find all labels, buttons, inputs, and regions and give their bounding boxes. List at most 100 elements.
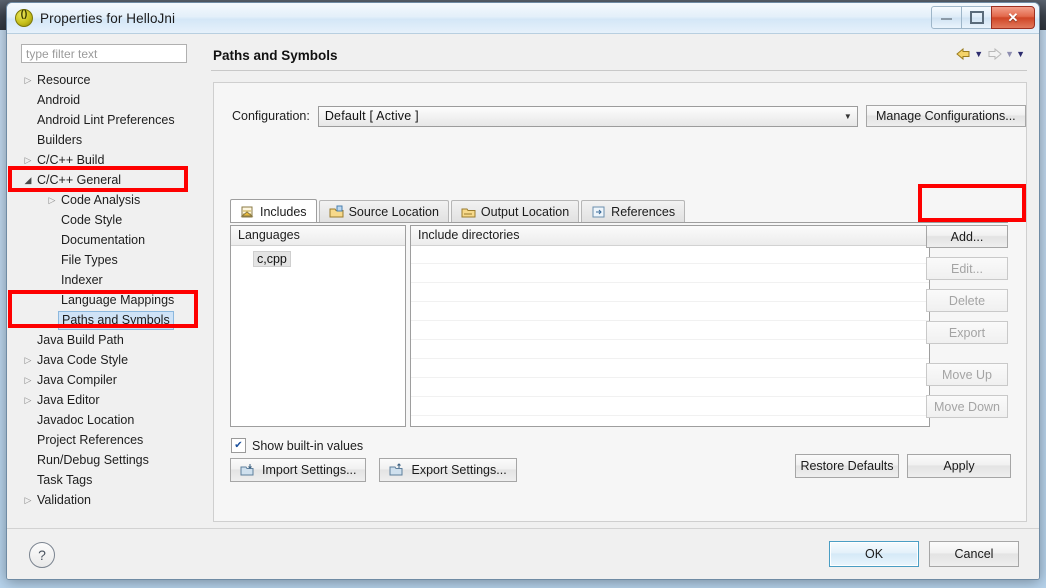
configuration-label: Configuration:	[232, 109, 310, 123]
tree-item-label: Language Mappings	[61, 293, 175, 307]
tree-item-language-mappings[interactable]: Language Mappings	[21, 290, 201, 310]
tab-output-location[interactable]: Output Location	[450, 200, 580, 223]
cancel-button[interactable]: Cancel	[929, 541, 1019, 567]
tree-item-android[interactable]: Android	[21, 90, 201, 110]
tree-item-cc-general[interactable]: ◢ C/C++ General	[21, 170, 201, 190]
back-arrow-icon[interactable]	[954, 46, 972, 62]
expand-arrow-icon[interactable]: ▷	[21, 370, 35, 390]
expand-arrow-icon[interactable]: ▷	[21, 150, 35, 170]
tree-item-task-tags[interactable]: Task Tags	[21, 470, 201, 490]
title-separator	[211, 70, 1027, 71]
include-directories-panel[interactable]: Include directories	[410, 225, 930, 427]
tree-item-code-style[interactable]: Code Style	[21, 210, 201, 230]
import-settings-button[interactable]: Import Settings...	[230, 458, 367, 482]
tab-references[interactable]: References	[581, 200, 686, 223]
import-settings-icon	[240, 463, 256, 477]
tree-item-builders[interactable]: Builders	[21, 130, 201, 150]
apply-button[interactable]: Apply	[907, 454, 1011, 478]
tree-item-label: Project References	[37, 433, 144, 447]
ok-button[interactable]: OK	[829, 541, 919, 567]
tree-item-label: C/C++ Build	[37, 153, 105, 167]
export-settings-icon	[389, 463, 405, 477]
tree-item-label: Validation	[37, 493, 91, 507]
page-title: Paths and Symbols	[213, 48, 338, 63]
tree-item-label: Run/Debug Settings	[37, 453, 149, 467]
tree-item-documentation[interactable]: Documentation	[21, 230, 201, 250]
tree-item-run-debug-settings[interactable]: Run/Debug Settings	[21, 450, 201, 470]
include-directories-column-header: Include directories	[411, 226, 929, 246]
tree-item-file-types[interactable]: File Types	[21, 250, 201, 270]
collapse-arrow-icon[interactable]: ◢	[21, 170, 35, 190]
tree-item-project-references[interactable]: Project References	[21, 430, 201, 450]
languages-column-header: Languages	[231, 226, 405, 246]
empty-row-lines	[411, 245, 929, 426]
tree-item-java-code-style[interactable]: ▷ Java Code Style	[21, 350, 201, 370]
import-settings-label: Import Settings...	[262, 463, 357, 477]
settings-tree[interactable]: ▷ Resource Android Android Lint Preferenc…	[21, 70, 201, 530]
tab-source-location[interactable]: Source Location	[318, 200, 449, 223]
tree-item-label: Javadoc Location	[37, 413, 135, 427]
expand-arrow-icon[interactable]: ▷	[21, 70, 35, 90]
export-button: Export	[926, 321, 1008, 344]
manage-configurations-button[interactable]: Manage Configurations...	[865, 105, 1026, 127]
tree-item-label: File Types	[61, 253, 118, 267]
dialog-body: type filter text ▷ Resource Android Andro…	[7, 34, 1039, 579]
forward-arrow-icon	[985, 46, 1003, 62]
empty-row	[411, 397, 929, 416]
tree-item-android-lint-preferences[interactable]: Android Lint Preferences	[21, 110, 201, 130]
empty-row	[411, 321, 929, 340]
export-settings-button[interactable]: Export Settings...	[379, 458, 517, 482]
tree-item-cc-build[interactable]: ▷ C/C++ Build	[21, 150, 201, 170]
properties-icon	[15, 9, 33, 27]
tree-item-paths-and-symbols[interactable]: Paths and Symbols	[21, 310, 201, 330]
navigation-arrows: ▼ ▼ ▼	[954, 46, 1025, 62]
show-builtin-values-checkbox[interactable]: ✔	[231, 438, 246, 453]
filter-input[interactable]: type filter text	[21, 44, 187, 63]
add-button[interactable]: Add...	[926, 225, 1008, 248]
tree-item-java-build-path[interactable]: Java Build Path	[21, 330, 201, 350]
page-footer-buttons: Restore Defaults Apply	[795, 454, 1011, 478]
configuration-dropdown[interactable]: Default [ Active ] ▼	[317, 105, 858, 127]
properties-dialog: Properties for HelloJni ✕ type filter te…	[6, 2, 1040, 580]
back-menu-chevron-down-icon[interactable]: ▼	[974, 49, 983, 59]
show-builtin-values-label: Show built-in values	[252, 438, 364, 453]
empty-row	[411, 378, 929, 397]
tree-item-validation[interactable]: ▷ Validation	[21, 490, 201, 510]
tree-item-java-editor[interactable]: ▷ Java Editor	[21, 390, 201, 410]
tab-label: Output Location	[480, 205, 570, 219]
language-list-item[interactable]: c,cpp	[253, 251, 291, 267]
tree-item-label: Task Tags	[37, 473, 93, 487]
tree-item-java-compiler[interactable]: ▷ Java Compiler	[21, 370, 201, 390]
show-builtin-values-row[interactable]: ✔ Show built-in values	[231, 438, 363, 453]
tree-item-label: Indexer	[61, 273, 103, 287]
tree-item-label: Paths and Symbols	[58, 311, 174, 330]
move-up-button: Move Up	[926, 363, 1008, 386]
dialog-footer: ? OK Cancel	[7, 529, 1039, 579]
restore-defaults-button[interactable]: Restore Defaults	[795, 454, 899, 478]
languages-panel[interactable]: Languages c,cpp	[230, 225, 406, 427]
maximize-button[interactable]	[961, 6, 992, 29]
empty-row	[411, 264, 929, 283]
tree-item-resource[interactable]: ▷ Resource	[21, 70, 201, 90]
expand-arrow-icon[interactable]: ▷	[21, 390, 35, 410]
expand-arrow-icon[interactable]: ▷	[21, 350, 35, 370]
tree-item-javadoc-location[interactable]: Javadoc Location	[21, 410, 201, 430]
expand-arrow-icon[interactable]: ▷	[45, 190, 59, 210]
tree-item-label: Java Code Style	[37, 353, 129, 367]
expand-arrow-icon[interactable]: ▷	[21, 490, 35, 510]
includes-icon	[240, 205, 255, 219]
move-down-button: Move Down	[926, 395, 1008, 418]
forward-menu-chevron-down-icon: ▼	[1005, 49, 1015, 59]
references-icon	[591, 205, 606, 219]
tab-includes[interactable]: Includes	[230, 199, 317, 223]
help-icon[interactable]: ?	[29, 542, 55, 568]
overflow-menu-chevron-down-icon[interactable]: ▼	[1016, 49, 1025, 59]
tree-item-indexer[interactable]: Indexer	[21, 270, 201, 290]
tree-item-label: Resource	[37, 73, 91, 87]
chevron-down-icon[interactable]: ▼	[844, 112, 855, 121]
tree-item-code-analysis[interactable]: ▷ Code Analysis	[21, 190, 201, 210]
tree-item-label: Java Editor	[37, 393, 100, 407]
close-button[interactable]: ✕	[991, 6, 1035, 29]
tree-item-label: C/C++ General	[37, 173, 122, 187]
minimize-button[interactable]	[931, 6, 962, 29]
